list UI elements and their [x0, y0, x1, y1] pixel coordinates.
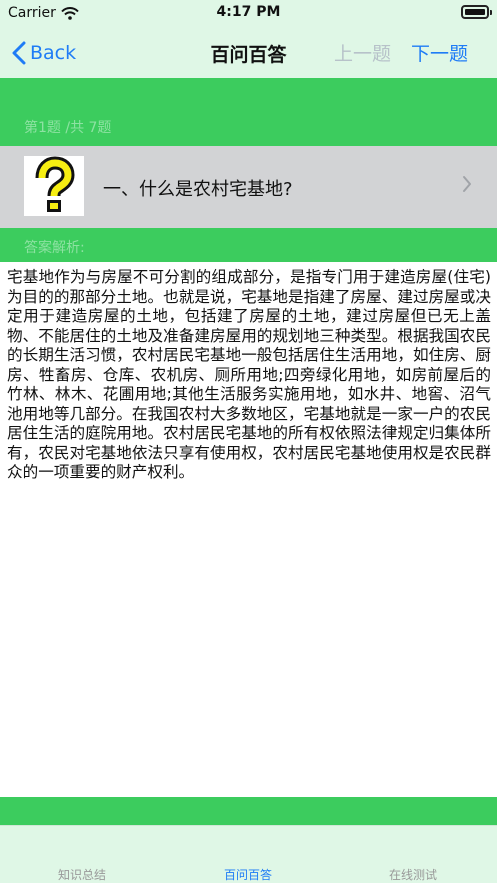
question-progress: 第1题 /共 7题 [24, 120, 112, 136]
chevron-left-icon [12, 41, 26, 65]
tab-bar: 知识总结 百问百答 在线测试 [0, 825, 497, 883]
tab-online-test[interactable]: 在线测试 [389, 866, 437, 883]
previous-question-button[interactable]: 上一题 [334, 39, 391, 66]
answer-text: 宅基地作为与房屋不可分割的组成部分，是指专门用于建造房屋(住宅)为目的的那部分土… [7, 268, 491, 481]
bottom-green-bar [0, 797, 497, 825]
question-row[interactable]: 一、什么是农村宅基地? [0, 146, 497, 228]
chevron-right-icon [463, 176, 471, 192]
back-label: Back [30, 42, 77, 64]
tab-qa[interactable]: 百问百答 [224, 866, 272, 883]
question-text: 一、什么是农村宅基地? [103, 179, 293, 200]
answer-label: 答案解析: [24, 240, 85, 256]
question-mark-icon [24, 156, 84, 216]
clock: 4:17 PM [216, 4, 281, 20]
progress-header: 第1题 /共 7题 [0, 78, 497, 146]
next-question-button[interactable]: 下一题 [411, 39, 468, 66]
back-button[interactable]: Back [12, 38, 76, 68]
battery-icon [461, 5, 492, 19]
answer-header: 答案解析: [0, 228, 497, 262]
status-bar: Carrier 4:17 PM [0, 0, 497, 28]
navigation-bar: Back 百问百答 上一题 下一题 [0, 28, 497, 78]
tab-knowledge-summary[interactable]: 知识总结 [58, 866, 106, 883]
